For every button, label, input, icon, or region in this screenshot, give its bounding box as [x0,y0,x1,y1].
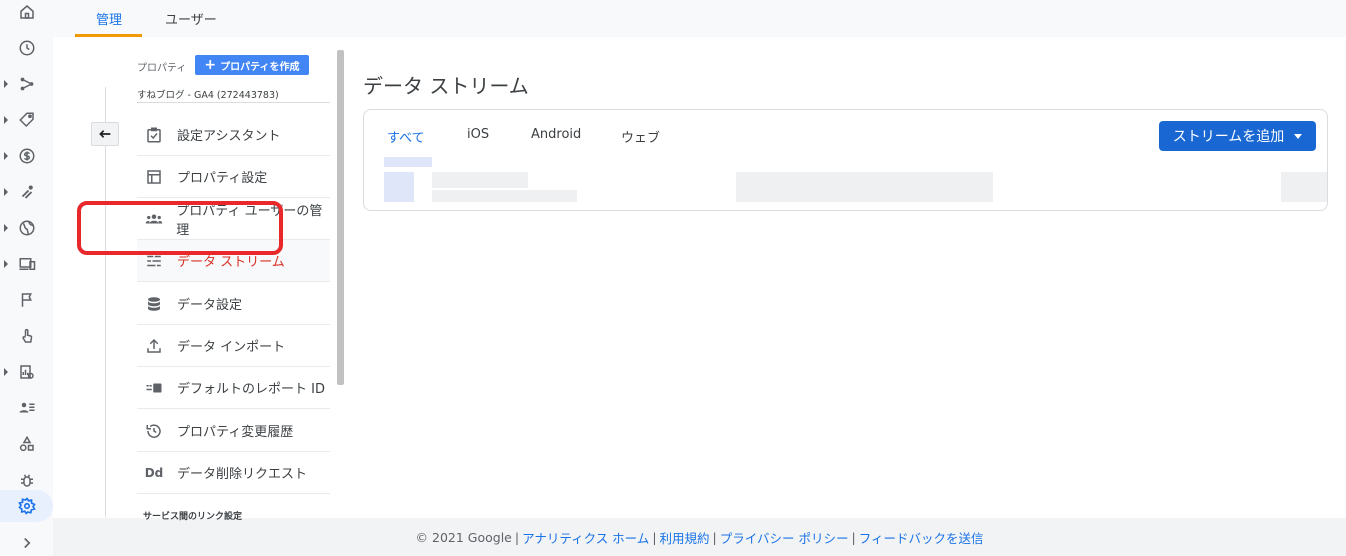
link-terms[interactable]: 利用規約 [660,528,710,547]
blurred-stream-name [432,172,528,188]
create-property-label: プロパティを作成 [220,61,300,73]
tag-icon[interactable] [0,104,53,136]
magnet-icon[interactable] [0,176,53,208]
add-stream-button[interactable]: ストリームを追加 [1159,121,1316,151]
property-label: プロパティ [137,63,187,74]
menu-item-label: 設定アシスタント [177,129,281,144]
shapes-icon[interactable] [0,428,53,460]
history-icon [143,420,165,442]
menu-data-deletion-request[interactable]: Dd データ削除リクエスト [137,452,330,494]
footer: © 2021 Google | アナリティクス ホーム | 利用規約 | プライ… [53,518,1346,556]
link-privacy-policy[interactable]: プライバシー ポリシー [720,528,849,547]
share-icon[interactable] [0,68,53,100]
menu-item-label: データ設定 [177,298,243,313]
settings-icon[interactable] [0,490,53,522]
blurred-stream-arrow [1281,172,1327,202]
tab-android[interactable]: Android [531,127,581,142]
menu-default-report-id[interactable]: デフォルトのレポート ID [137,367,330,409]
blurred-tab-indicator [384,157,432,167]
plus-icon: + [204,57,217,73]
audience-icon[interactable] [0,392,53,424]
menu-item-label: データ削除リクエスト [177,467,308,482]
id-icon [143,377,165,399]
upload-icon [143,335,165,357]
checklist-icon [143,124,165,146]
dd-icon: Dd [144,465,164,480]
expand-icon[interactable] [0,527,53,556]
footer-separator: | [652,529,657,545]
tab-all[interactable]: すべて [387,127,425,146]
property-divider [137,102,330,103]
top-tab-bar: 管理 ユーザー [53,0,1346,37]
highlight-annotation [77,201,283,255]
streams-card: すべて iOS Android ウェブ ストリームを追加 [363,109,1328,211]
clock-icon[interactable] [0,32,53,64]
tab-ios[interactable]: iOS [467,127,489,142]
flag-icon[interactable] [0,284,53,316]
menu-data-import[interactable]: データ インポート [137,325,330,367]
copyright: © 2021 Google [415,529,512,545]
home-icon[interactable] [0,0,53,28]
tab-admin[interactable]: 管理 [96,0,122,37]
layout-icon [143,166,165,188]
devices-icon[interactable] [0,248,53,280]
page-title: データ ストリーム [363,74,529,98]
menu-item-label: プロパティ変更履歴 [177,425,294,440]
tab-user[interactable]: ユーザー [165,0,217,37]
dropdown-caret-icon [1294,133,1303,139]
link-send-feedback[interactable]: フィードバックを送信 [859,528,984,547]
report-icon[interactable] [0,356,53,388]
create-property-button[interactable]: + プロパティを作成 [195,55,309,75]
blurred-stream-icon [384,172,414,202]
dollar-icon[interactable] [0,140,53,172]
link-analytics-home[interactable]: アナリティクス ホーム [522,528,649,547]
nav-scrollbar[interactable] [337,50,344,385]
property-name[interactable]: すねブログ - GA4 (272443783) [137,87,279,101]
footer-separator: | [712,529,717,545]
menu-item-label: デフォルトのレポート ID [177,382,325,397]
blurred-stream-id [736,172,993,202]
footer-separator: | [514,529,520,545]
arrow-left-icon [99,130,111,138]
menu-item-label: データ インポート [177,340,286,355]
blurred-stream-url [432,190,577,202]
tab-web[interactable]: ウェブ [621,127,660,146]
back-button[interactable] [91,122,119,146]
menu-data-settings[interactable]: データ設定 [137,283,330,325]
add-stream-label: ストリームを追加 [1172,129,1285,145]
left-rail [0,0,53,556]
admin-nav-column: プロパティ + プロパティを作成 すねブログ - GA4 (272443783)… [53,37,346,522]
menu-property-change-history[interactable]: プロパティ変更履歴 [137,410,330,452]
menu-item-label: プロパティ設定 [177,171,268,186]
touch-icon[interactable] [0,320,53,352]
footer-separator: | [851,529,856,545]
globe-icon[interactable] [0,212,53,244]
menu-setup-assistant[interactable]: 設定アシスタント [137,114,330,156]
database-icon [143,293,165,315]
menu-property-settings[interactable]: プロパティ設定 [137,156,330,198]
column-divider [105,87,106,517]
